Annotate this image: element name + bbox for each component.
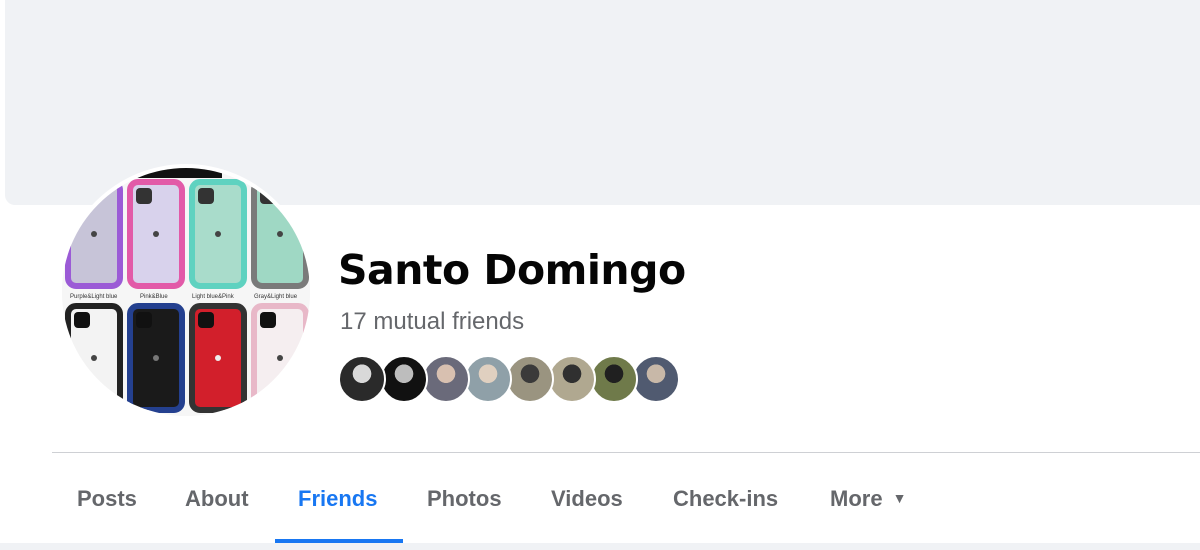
avatar-label-2: Pink&Blue <box>140 294 168 300</box>
friend-avatar-4[interactable] <box>464 355 512 403</box>
friend-avatar-2[interactable] <box>380 355 428 403</box>
phone-cases-image: Purple&Light blue Pink&Blue Light blue&P… <box>62 168 310 416</box>
tab-about[interactable]: About <box>185 486 249 512</box>
friend-avatar-5[interactable] <box>506 355 554 403</box>
divider <box>52 452 1200 453</box>
friend-avatar-6[interactable] <box>548 355 596 403</box>
friend-avatar-7[interactable] <box>590 355 638 403</box>
tab-more-label: More <box>830 486 883 511</box>
friend-avatar-3[interactable] <box>422 355 470 403</box>
avatar-label-3: Light blue&Pink <box>192 294 235 300</box>
tab-videos[interactable]: Videos <box>551 486 623 512</box>
mutual-friends-count[interactable]: 17 mutual friends <box>340 308 524 336</box>
profile-name: Santo Domingo <box>338 246 686 294</box>
tab-more[interactable]: More ▼ <box>830 486 906 512</box>
caret-down-icon: ▼ <box>892 490 907 506</box>
tab-check-ins[interactable]: Check-ins <box>673 486 778 512</box>
tab-photos[interactable]: Photos <box>427 486 502 512</box>
tab-friends[interactable]: Friends <box>298 486 377 512</box>
friend-avatar-1[interactable] <box>338 355 386 403</box>
tab-posts[interactable]: Posts <box>77 486 137 512</box>
friend-avatar-8[interactable] <box>632 355 680 403</box>
avatar-label-4: Gray&Light blue <box>254 294 298 300</box>
section-separator <box>0 543 1200 550</box>
avatar-label-1: Purple&Light blue <box>70 294 118 300</box>
profile-avatar[interactable]: Purple&Light blue Pink&Blue Light blue&P… <box>58 164 314 420</box>
